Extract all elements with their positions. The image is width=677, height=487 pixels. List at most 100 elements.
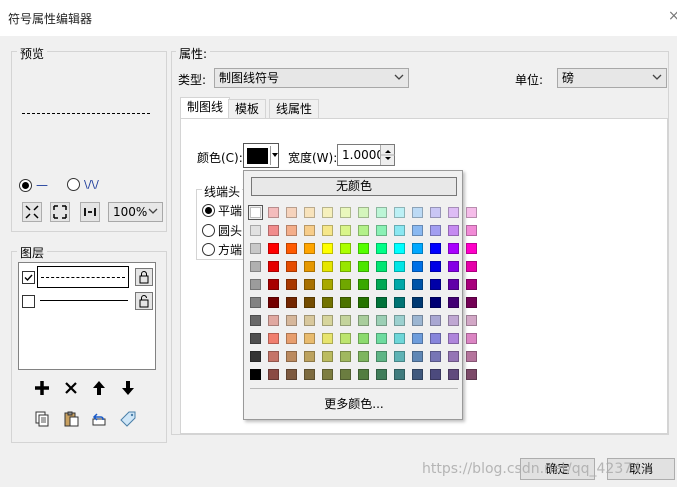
color-swatch[interactable]: [340, 297, 351, 308]
layer-list[interactable]: [18, 262, 156, 370]
unit-combo[interactable]: 磅: [557, 68, 667, 88]
paste-icon[interactable]: [61, 409, 81, 429]
color-swatch[interactable]: [286, 351, 297, 362]
color-swatch[interactable]: [430, 279, 441, 290]
color-swatch[interactable]: [340, 261, 351, 272]
color-swatch[interactable]: [304, 297, 315, 308]
width-stepper[interactable]: [380, 145, 395, 165]
width-input[interactable]: 1.0000: [337, 144, 395, 166]
color-swatch[interactable]: [340, 243, 351, 254]
color-swatch[interactable]: [304, 225, 315, 236]
color-swatch[interactable]: [466, 351, 477, 362]
color-swatch[interactable]: [376, 243, 387, 254]
zoom-out-icon[interactable]: [50, 202, 70, 222]
color-swatch[interactable]: [466, 207, 477, 218]
color-swatch[interactable]: [448, 261, 459, 272]
color-swatch[interactable]: [448, 243, 459, 254]
color-swatch[interactable]: [466, 279, 477, 290]
color-swatch[interactable]: [286, 297, 297, 308]
color-picker-button[interactable]: [243, 143, 279, 168]
color-swatch[interactable]: [376, 315, 387, 326]
color-swatch[interactable]: [394, 207, 405, 218]
color-swatch[interactable]: [466, 243, 477, 254]
color-swatch[interactable]: [466, 315, 477, 326]
unlock-icon[interactable]: [135, 292, 153, 310]
color-swatch[interactable]: [304, 333, 315, 344]
color-swatch[interactable]: [322, 261, 333, 272]
delete-layer-icon[interactable]: [61, 378, 81, 398]
color-swatch[interactable]: [376, 225, 387, 236]
preview-radio-solid[interactable]: —: [19, 178, 48, 192]
color-swatch[interactable]: [304, 261, 315, 272]
color-swatch[interactable]: [412, 297, 423, 308]
color-swatch[interactable]: [430, 225, 441, 236]
add-layer-icon[interactable]: [32, 378, 52, 398]
color-swatch[interactable]: [466, 225, 477, 236]
color-swatch[interactable]: [358, 351, 369, 362]
close-icon[interactable]: ×: [668, 8, 677, 24]
color-swatch[interactable]: [394, 261, 405, 272]
color-swatch[interactable]: [430, 207, 441, 218]
color-swatch[interactable]: [250, 279, 261, 290]
color-swatch[interactable]: [268, 207, 279, 218]
color-swatch[interactable]: [412, 207, 423, 218]
color-swatch[interactable]: [412, 243, 423, 254]
color-swatch[interactable]: [250, 315, 261, 326]
color-swatch[interactable]: [394, 243, 405, 254]
color-swatch[interactable]: [286, 369, 297, 380]
color-swatch[interactable]: [250, 351, 261, 362]
color-swatch[interactable]: [430, 315, 441, 326]
color-swatch[interactable]: [394, 225, 405, 236]
color-swatch[interactable]: [286, 261, 297, 272]
color-swatch[interactable]: [394, 297, 405, 308]
color-swatch[interactable]: [448, 333, 459, 344]
color-swatch[interactable]: [358, 243, 369, 254]
color-swatch[interactable]: [448, 297, 459, 308]
color-swatch[interactable]: [250, 369, 261, 380]
color-swatch[interactable]: [430, 369, 441, 380]
color-swatch[interactable]: [268, 279, 279, 290]
color-swatch[interactable]: [412, 279, 423, 290]
color-swatch[interactable]: [448, 279, 459, 290]
color-swatch[interactable]: [250, 297, 261, 308]
color-swatch[interactable]: [430, 243, 441, 254]
color-swatch[interactable]: [448, 315, 459, 326]
reset-icon[interactable]: [89, 409, 109, 429]
layer-row-1[interactable]: [21, 266, 153, 288]
cap-option-square[interactable]: 方端:: [202, 241, 246, 258]
color-swatch[interactable]: [466, 297, 477, 308]
color-swatch[interactable]: [448, 225, 459, 236]
move-up-icon[interactable]: [89, 378, 109, 398]
color-swatch[interactable]: [340, 315, 351, 326]
color-swatch[interactable]: [322, 369, 333, 380]
color-swatch[interactable]: [304, 315, 315, 326]
layer-2-checkbox[interactable]: [22, 295, 35, 308]
color-swatch[interactable]: [430, 351, 441, 362]
move-down-icon[interactable]: [118, 378, 138, 398]
color-swatch[interactable]: [248, 205, 263, 220]
color-swatch[interactable]: [268, 315, 279, 326]
color-swatch[interactable]: [448, 369, 459, 380]
color-swatch[interactable]: [466, 369, 477, 380]
color-swatch[interactable]: [358, 279, 369, 290]
color-swatch[interactable]: [466, 261, 477, 272]
color-swatch[interactable]: [448, 351, 459, 362]
color-swatch[interactable]: [286, 225, 297, 236]
color-swatch[interactable]: [376, 297, 387, 308]
color-swatch[interactable]: [322, 207, 333, 218]
color-swatch[interactable]: [322, 351, 333, 362]
color-swatch[interactable]: [412, 225, 423, 236]
color-swatch[interactable]: [358, 297, 369, 308]
color-swatch[interactable]: [340, 207, 351, 218]
color-swatch[interactable]: [430, 297, 441, 308]
color-swatch[interactable]: [250, 333, 261, 344]
color-swatch[interactable]: [322, 225, 333, 236]
color-swatch[interactable]: [286, 315, 297, 326]
color-swatch[interactable]: [394, 333, 405, 344]
color-swatch[interactable]: [358, 261, 369, 272]
color-swatch[interactable]: [466, 333, 477, 344]
tab-cartographic-line[interactable]: 制图线: [180, 97, 231, 119]
cap-option-butt[interactable]: 平端:: [202, 202, 246, 219]
color-swatch[interactable]: [268, 351, 279, 362]
layer-1-checkbox[interactable]: [22, 271, 35, 284]
